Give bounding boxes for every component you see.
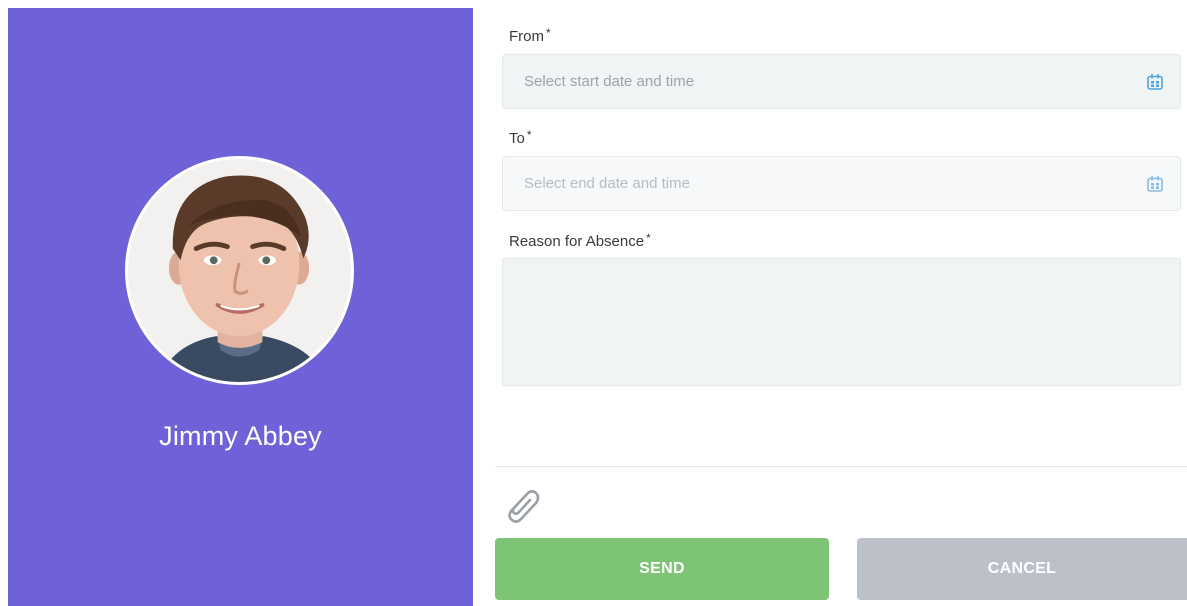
cancel-button[interactable]: CANCEL [857,538,1187,600]
from-required-mark: * [546,26,551,40]
send-button[interactable]: SEND [495,538,829,600]
reason-required-mark: * [646,231,651,245]
reason-textarea[interactable] [502,258,1181,386]
reason-label-text: Reason for Absence [509,233,645,250]
from-datetime-input[interactable]: Select start date and time [502,54,1181,109]
to-label: To * [509,128,532,147]
calendar-icon[interactable] [1146,175,1164,193]
to-datetime-input[interactable]: Select end date and time [502,156,1181,211]
absence-form: From * Select start date and time To * Sel… [495,0,1187,606]
reason-label: Reason for Absence * [509,231,651,250]
from-placeholder: Select start date and time [524,73,695,90]
to-placeholder: Select end date and time [524,175,690,192]
to-required-mark: * [526,128,532,142]
divider [495,466,1187,467]
from-label: From * [509,26,551,45]
avatar [125,156,354,385]
to-label-text: To [509,130,525,147]
profile-panel: Jimmy Abbey [8,8,473,606]
calendar-icon[interactable] [1146,73,1164,91]
paperclip-icon[interactable] [499,483,543,527]
absence-request-dialog: Jimmy Abbey From * Select start date and … [0,0,1187,606]
avatar-photo [128,159,351,382]
profile-name: Jimmy Abbey [159,421,322,451]
from-label-text: From [509,28,544,45]
